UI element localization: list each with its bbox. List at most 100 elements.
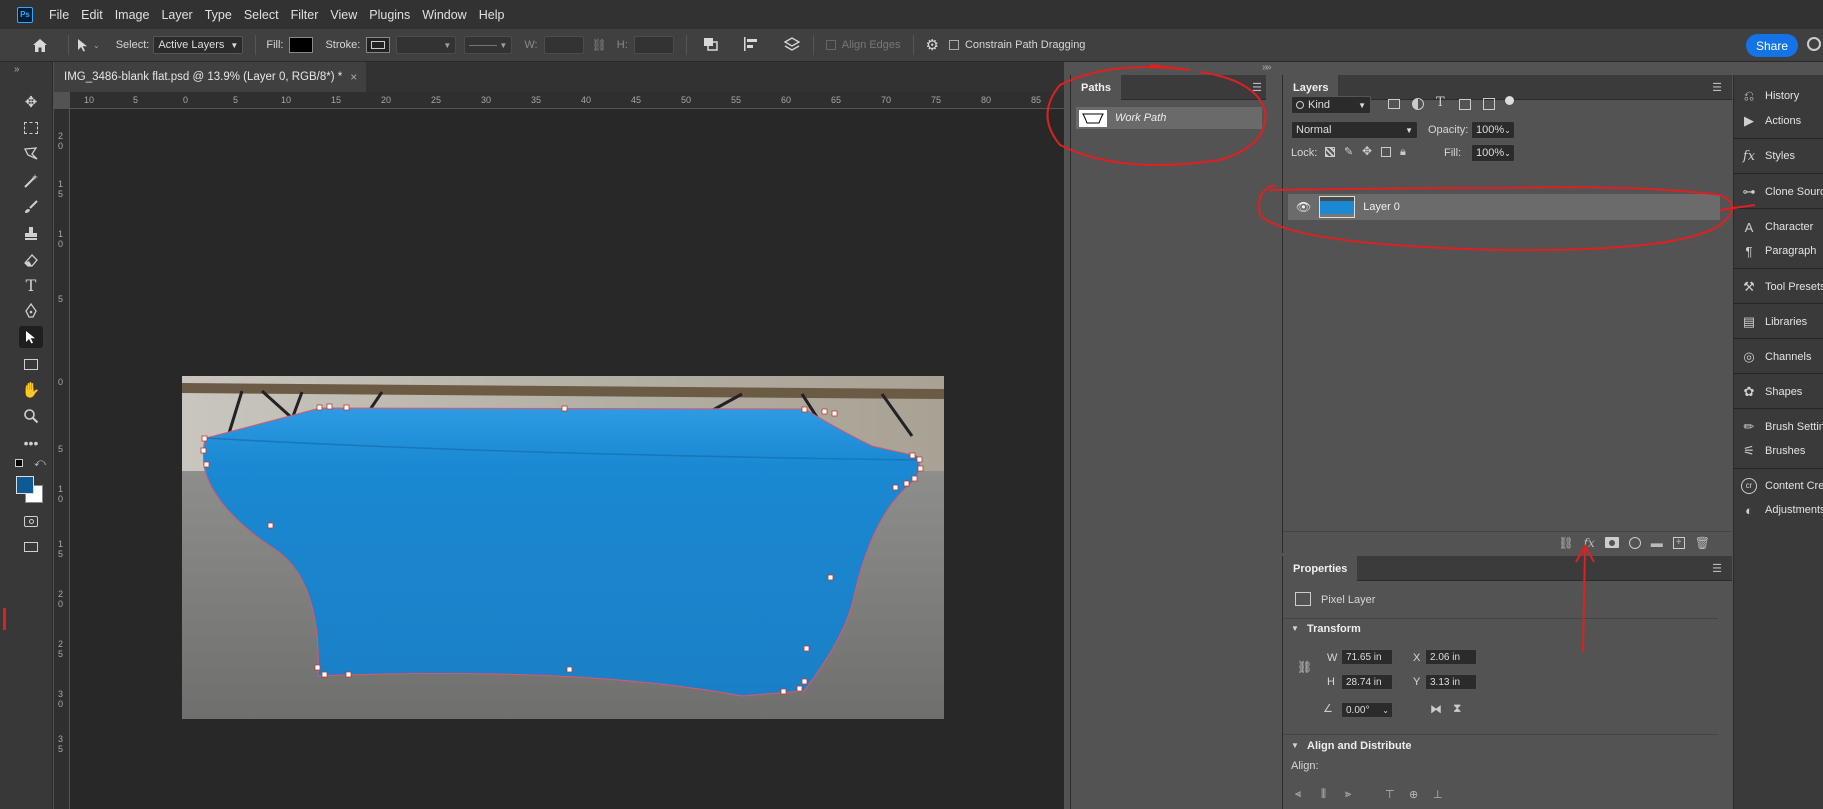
stroke-width-field[interactable]: ▼ bbox=[396, 36, 457, 54]
dock-brush-settings[interactable]: ✏Brush Settings bbox=[1741, 416, 1823, 438]
fill-swatch[interactable] bbox=[289, 37, 314, 53]
dock-actions[interactable]: ▶ Actions bbox=[1741, 110, 1801, 132]
menu-layer[interactable]: Layer bbox=[155, 8, 198, 22]
eye-icon[interactable]: 👁︎ bbox=[1296, 200, 1311, 214]
share-button[interactable]: Share bbox=[1746, 34, 1798, 57]
flip-vertical-icon[interactable]: ⧗ bbox=[1453, 701, 1461, 716]
new-group-icon[interactable]: ▬ bbox=[1651, 536, 1663, 550]
stroke-type-dropdown[interactable]: ▼ bbox=[464, 36, 513, 54]
default-colors-icon[interactable] bbox=[15, 459, 23, 467]
path-selection-tool-icon[interactable]: ⌄ bbox=[77, 38, 100, 52]
transform-section-label[interactable]: Transform bbox=[1307, 623, 1361, 635]
lock-position-icon[interactable]: ✥ bbox=[1362, 144, 1372, 158]
move-tool-icon[interactable]: ✥ bbox=[19, 91, 43, 113]
pen-tool-icon[interactable] bbox=[19, 300, 43, 322]
height-input[interactable]: 28.74 in bbox=[1341, 674, 1393, 690]
width-input[interactable] bbox=[543, 36, 584, 54]
path-selection-tool-icon[interactable] bbox=[19, 326, 43, 348]
zoom-tool-icon[interactable] bbox=[19, 405, 43, 427]
link-icon[interactable]: ⛓ bbox=[1297, 660, 1312, 674]
align-bottom-icon[interactable]: ⊥ bbox=[1433, 788, 1443, 801]
dock-adjustments[interactable]: ◐ Adjustments bbox=[1741, 499, 1823, 521]
align-section-label[interactable]: Align and Distribute bbox=[1307, 740, 1412, 752]
align-left-icon[interactable]: ⫷ bbox=[1295, 788, 1301, 801]
layer-row[interactable]: 👁︎ Layer 0 bbox=[1288, 194, 1720, 220]
filter-toggle-icon[interactable] bbox=[1505, 96, 1514, 105]
filter-kind-dropdown[interactable]: Kind ▼ bbox=[1291, 96, 1371, 114]
filter-pixel-icon[interactable] bbox=[1388, 99, 1400, 109]
tab-paths[interactable]: Paths bbox=[1071, 75, 1121, 100]
collapse-panels-icon[interactable]: » bbox=[1266, 62, 1272, 73]
opacity-input[interactable]: 100% ⌄ bbox=[1471, 121, 1515, 139]
quick-mask-icon[interactable] bbox=[19, 510, 43, 532]
lock-artboard-icon[interactable] bbox=[1381, 147, 1391, 157]
align-top-icon[interactable]: ⊤ bbox=[1385, 788, 1395, 801]
dock-styles[interactable]: fx Styles bbox=[1741, 145, 1795, 167]
panel-menu-icon[interactable]: ☰ bbox=[1712, 562, 1722, 575]
dock-clone-source[interactable]: ⊶Clone Source bbox=[1741, 181, 1823, 203]
path-alignment-icon[interactable] bbox=[743, 36, 759, 54]
lock-image-icon[interactable]: ✎ bbox=[1344, 145, 1353, 158]
y-input[interactable]: 3.13 in bbox=[1425, 674, 1477, 690]
stamp-tool-icon[interactable] bbox=[19, 223, 43, 245]
trash-icon[interactable]: 🗑︎ bbox=[1695, 536, 1710, 550]
lock-transparent-icon[interactable] bbox=[1325, 147, 1335, 157]
align-right-icon[interactable]: ⫸ bbox=[1345, 788, 1351, 801]
menu-image[interactable]: Image bbox=[109, 8, 156, 22]
swap-colors-icon[interactable]: ⤺ bbox=[34, 457, 46, 470]
dock-channels[interactable]: ◎ Channels bbox=[1741, 346, 1811, 368]
dock-brushes[interactable]: ⚟ Brushes bbox=[1741, 440, 1805, 462]
filter-type-icon[interactable]: T bbox=[1436, 95, 1445, 110]
dock-shapes[interactable]: ✿ Shapes bbox=[1741, 381, 1803, 403]
filter-adjustment-icon[interactable] bbox=[1412, 98, 1424, 110]
panel-menu-icon[interactable]: ☰ bbox=[1712, 81, 1722, 94]
width-input[interactable]: 71.65 in bbox=[1341, 649, 1393, 665]
menu-view[interactable]: View bbox=[324, 8, 363, 22]
brush-tool-icon[interactable] bbox=[19, 196, 43, 218]
flip-horizontal-icon[interactable]: ⧓ bbox=[1430, 702, 1442, 716]
eraser-tool-icon[interactable] bbox=[19, 249, 43, 271]
dock-character[interactable]: A Character bbox=[1741, 216, 1814, 238]
stroke-swatch[interactable] bbox=[366, 37, 391, 53]
filter-smart-object-icon[interactable] bbox=[1483, 98, 1495, 110]
path-arrangement-icon[interactable] bbox=[783, 36, 801, 55]
screen-mode-icon[interactable] bbox=[19, 536, 43, 558]
align-center-icon[interactable]: ⫼ bbox=[1321, 788, 1326, 801]
collapse-toolbar-icon[interactable]: » bbox=[14, 64, 20, 75]
x-input[interactable]: 2.06 in bbox=[1425, 649, 1477, 665]
rectangle-tool-icon[interactable] bbox=[19, 353, 43, 375]
panel-menu-icon[interactable]: ☰ bbox=[1252, 81, 1262, 94]
menu-select[interactable]: Select bbox=[238, 8, 285, 22]
menu-window[interactable]: Window bbox=[416, 8, 472, 22]
search-icon[interactable] bbox=[1807, 37, 1821, 51]
type-tool-icon[interactable]: T bbox=[19, 274, 43, 296]
document-tab[interactable]: IMG_3486-blank flat.psd @ 13.9% (Layer 0… bbox=[54, 62, 366, 92]
constrain-checkbox[interactable] bbox=[948, 40, 959, 50]
marquee-tool-icon[interactable] bbox=[19, 117, 43, 139]
adjustment-layer-icon[interactable] bbox=[1628, 536, 1641, 549]
menu-file[interactable]: File bbox=[43, 8, 75, 22]
chevron-down-icon[interactable]: ▼ bbox=[1291, 741, 1299, 750]
menu-type[interactable]: Type bbox=[199, 8, 238, 22]
menu-help[interactable]: Help bbox=[473, 8, 511, 22]
link-layers-icon[interactable]: ⛓ bbox=[1558, 536, 1573, 550]
path-operations-icon[interactable] bbox=[703, 37, 719, 54]
blend-mode-dropdown[interactable]: Normal ▼ bbox=[1291, 121, 1418, 139]
magic-wand-tool-icon[interactable] bbox=[19, 170, 43, 192]
foreground-color-swatch[interactable] bbox=[16, 476, 34, 494]
dock-tool-presets[interactable]: ⚒ Tool Presets bbox=[1741, 276, 1823, 298]
tab-properties[interactable]: Properties bbox=[1283, 556, 1358, 581]
fx-icon[interactable]: fx bbox=[1584, 536, 1595, 550]
lasso-tool-icon[interactable] bbox=[19, 143, 43, 165]
angle-input[interactable]: 0.00° ⌄ bbox=[1341, 702, 1393, 718]
new-layer-icon[interactable]: + bbox=[1672, 536, 1685, 549]
chevron-down-icon[interactable]: ▼ bbox=[1291, 624, 1299, 633]
fill-input[interactable]: 100% ⌄ bbox=[1471, 144, 1515, 162]
filter-shape-icon[interactable] bbox=[1459, 99, 1471, 110]
menu-filter[interactable]: Filter bbox=[285, 8, 325, 22]
dock-history[interactable]: ⎌ History bbox=[1741, 85, 1799, 107]
home-icon[interactable] bbox=[30, 38, 50, 53]
menu-plugins[interactable]: Plugins bbox=[363, 8, 416, 22]
lock-all-icon[interactable]: 🔒︎ bbox=[1400, 146, 1406, 159]
align-middle-icon[interactable]: ⊕ bbox=[1409, 788, 1418, 801]
